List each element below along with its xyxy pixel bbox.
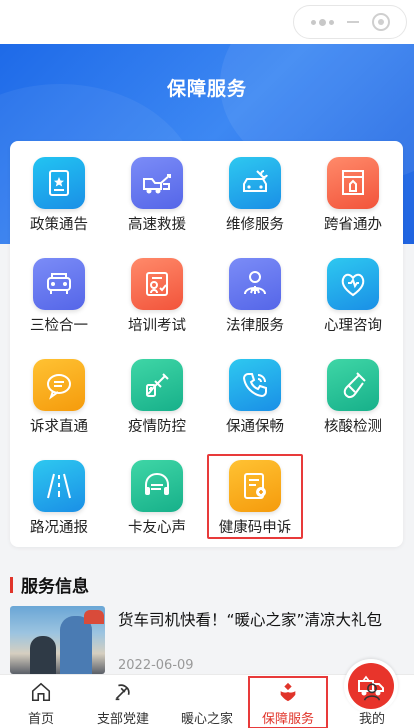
service-label: 核酸检测 (324, 419, 382, 435)
news-item[interactable]: 货车司机快看！“暖心之家”清凉大礼包 2022-06-09 (10, 606, 404, 674)
page-title: 保障服务 (166, 78, 247, 100)
tow-truck-icon (131, 157, 183, 209)
news-thumbnail (10, 606, 105, 674)
service-item[interactable]: 法律服务 (206, 242, 304, 342)
tab-warm-home[interactable]: 暖心之家 (164, 659, 398, 728)
tab-bar: 首页 支部党建 暖心之家 保障服务 我的 (0, 659, 414, 728)
section-title: 服务信息 (21, 577, 89, 597)
service-item[interactable]: 三检合一 (10, 242, 108, 342)
service-label: 政策通告 (30, 217, 88, 233)
service-item[interactable]: 疫情防控 (108, 343, 206, 443)
service-item[interactable]: 跨省通办 (304, 141, 402, 241)
user-icon (363, 683, 381, 701)
headset-icon (131, 460, 183, 512)
home-icon (31, 682, 51, 702)
service-label: 心理咨询 (324, 318, 382, 334)
service-item[interactable]: 诉求直通 (10, 343, 108, 443)
government-building-icon (327, 157, 379, 209)
service-label: 法律服务 (226, 318, 284, 334)
service-item[interactable]: 保通保畅 (206, 343, 304, 443)
minimize-icon[interactable] (346, 21, 359, 23)
tab-mine[interactable]: 我的 (330, 675, 414, 728)
wrench-car-icon (229, 157, 281, 209)
chat-bubble-icon (33, 359, 85, 411)
road-icon (33, 460, 85, 512)
news-headline: 货车司机快看！“暖心之家”清凉大礼包 (118, 611, 383, 629)
close-target-icon[interactable] (371, 13, 390, 31)
highlight-frame (248, 676, 328, 728)
tab-label: 支部党建 (96, 712, 149, 727)
tab-label: 我的 (358, 712, 385, 727)
mini-program-capsule[interactable] (293, 5, 407, 39)
test-tube-icon (327, 359, 379, 411)
service-item[interactable]: 政策通告 (10, 141, 108, 241)
tab-home[interactable]: 首页 (0, 675, 82, 728)
exam-certificate-icon (131, 258, 183, 310)
top-bar (0, 0, 414, 44)
section-marker (10, 576, 13, 593)
legal-scale-icon (229, 258, 281, 310)
service-item[interactable]: 卡友心声 (108, 444, 206, 544)
service-label: 保通保畅 (226, 419, 284, 435)
vehicle-inspection-icon (33, 258, 85, 310)
service-label: 跨省通办 (324, 217, 382, 233)
service-label: 卡友心声 (128, 520, 186, 536)
tab-party[interactable]: 支部党建 (82, 675, 164, 728)
phone-call-icon (229, 359, 281, 411)
heart-stethoscope-icon (327, 258, 379, 310)
section-header: 服务信息 (10, 572, 89, 597)
service-item[interactable]: 培训考试 (108, 242, 206, 342)
service-item[interactable]: 心理咨询 (304, 242, 402, 342)
tab-label: 暖心之家 (180, 712, 233, 727)
highlight-frame (207, 454, 303, 539)
party-emblem-icon (115, 684, 130, 701)
more-icon[interactable] (310, 18, 334, 26)
service-label: 维修服务 (226, 217, 284, 233)
service-label: 三检合一 (30, 318, 88, 334)
service-item[interactable]: 维修服务 (206, 141, 304, 241)
service-item[interactable]: 路况通报 (10, 444, 108, 544)
service-label: 培训考试 (128, 318, 186, 334)
tab-label: 首页 (27, 712, 54, 727)
service-label: 诉求直通 (30, 419, 88, 435)
news-date: 2022-06-09 (118, 658, 194, 673)
syringe-icon (131, 359, 183, 411)
document-star-icon (33, 157, 85, 209)
service-label: 疫情防控 (128, 419, 186, 435)
service-label: 高速救援 (128, 217, 186, 233)
service-item[interactable]: 高速救援 (108, 141, 206, 241)
service-label: 路况通报 (30, 520, 88, 536)
service-item[interactable]: 核酸检测 (304, 343, 402, 443)
